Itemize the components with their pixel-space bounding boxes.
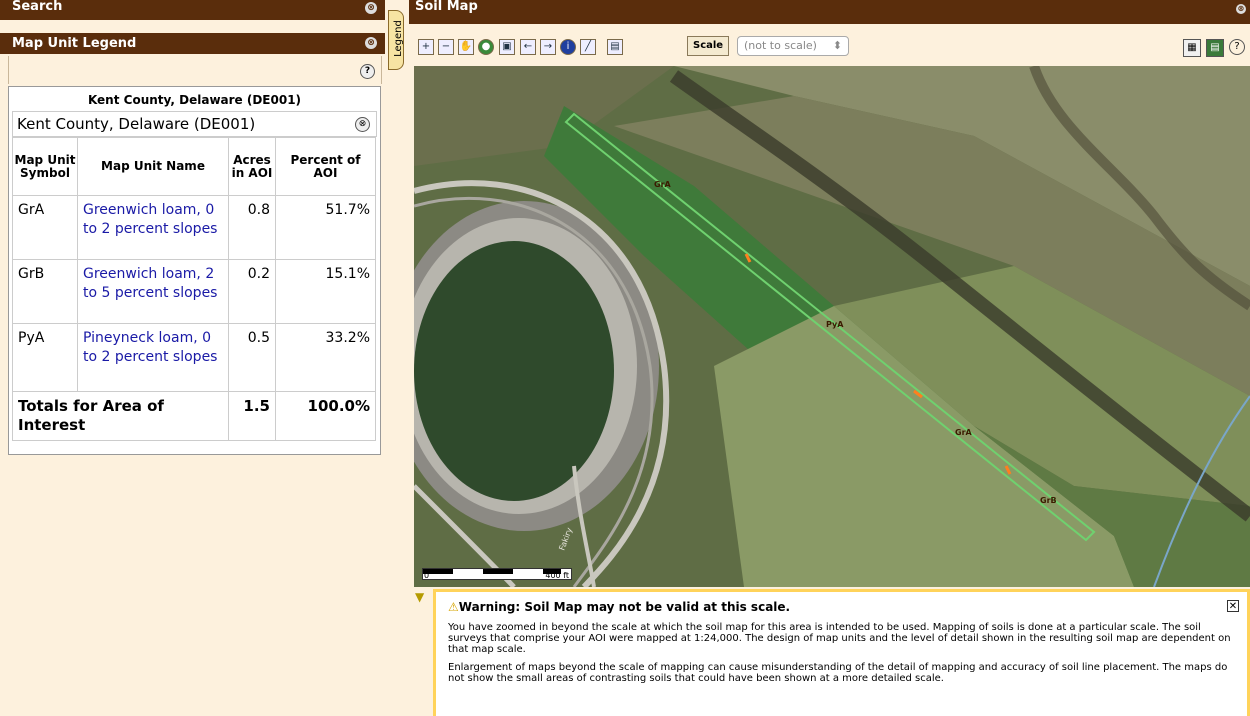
map-label-grb: GrB (1040, 496, 1057, 505)
row-symbol: GrA (12, 195, 78, 260)
header-percent: Percent of AOI (275, 137, 376, 196)
header-acres: Acres in AOI (228, 137, 276, 196)
scale-button[interactable]: Scale (687, 36, 730, 56)
soil-map-canvas[interactable]: GrA PyA GrA GrB Fakiry (414, 66, 1250, 587)
survey-area-name: Kent County, Delaware (DE001) (17, 115, 256, 133)
legend-tab-label: Legend (392, 20, 404, 57)
row-name-link[interactable]: Pineyneck loam, 0 to 2 percent slopes (77, 323, 229, 392)
warning-paragraph-1: You have zoomed in beyond the scale at w… (448, 622, 1231, 655)
aerial-map[interactable]: GrA PyA GrA GrB Fakiry (414, 66, 1250, 587)
pan-icon[interactable]: ✋ (458, 39, 474, 55)
measure-icon[interactable]: ╱ (580, 39, 596, 55)
header-map-unit-name: Map Unit Name (77, 137, 229, 196)
export-icon[interactable]: ▤ (607, 39, 623, 55)
map-unit-table: Map Unit Symbol Map Unit Name Acres in A… (12, 137, 376, 441)
table-row: GrB Greenwich loam, 2 to 5 percent slope… (12, 259, 376, 324)
totals-row: Totals for Area of Interest 1.5 100.0% (12, 391, 376, 441)
warning-triangle-icon: ⚠ (448, 600, 459, 614)
survey-area-collapse-icon[interactable]: ⊗ (355, 117, 370, 132)
zoom-aoi-icon[interactable]: ▣ (499, 39, 515, 55)
soil-map-title: Soil Map (415, 0, 478, 14)
warning-title: Warning: Soil Map may not be valid at th… (458, 600, 791, 614)
help-icon[interactable]: ? (1229, 39, 1245, 55)
scale-select-value: (not to scale) (744, 39, 817, 52)
map-label-gra-2: GrA (955, 428, 973, 437)
search-collapse-icon[interactable]: ⊗ (365, 2, 377, 14)
row-percent: 33.2% (275, 323, 376, 392)
map-scale-bar: 0 400 ft (422, 568, 572, 580)
row-acres: 0.5 (228, 323, 276, 392)
map-unit-table-box: Kent County, Delaware (DE001) Kent Count… (8, 86, 381, 455)
scale-end-label: 400 ft (545, 571, 569, 580)
reservoir-water (414, 241, 614, 501)
legend-map-icon[interactable]: ▤ (1206, 39, 1224, 57)
select-arrow-icon: ⬍ (832, 39, 842, 52)
totals-acres: 1.5 (228, 391, 276, 441)
identify-icon[interactable]: i (560, 39, 576, 55)
row-acres: 0.8 (228, 195, 276, 260)
warning-indicator-icon[interactable]: ▼ (415, 590, 429, 604)
search-title: Search (12, 0, 63, 14)
header-map-unit-symbol: Map Unit Symbol (12, 137, 78, 196)
soil-map-header: Soil Map ⊗ (409, 0, 1250, 24)
panel-divider (385, 0, 409, 716)
row-symbol: PyA (12, 323, 78, 392)
forward-icon[interactable]: → (540, 39, 556, 55)
row-percent: 51.7% (275, 195, 376, 260)
row-acres: 0.2 (228, 259, 276, 324)
back-icon[interactable]: ← (520, 39, 536, 55)
layers-icon[interactable]: ▦ (1183, 39, 1201, 57)
scale-select[interactable]: (not to scale) ⬍ (737, 36, 849, 56)
table-row: PyA Pineyneck loam, 0 to 2 percent slope… (12, 323, 376, 392)
survey-area-row[interactable]: Kent County, Delaware (DE001) ⊗ (12, 111, 377, 137)
zoom-in-icon[interactable]: + (418, 39, 434, 55)
warning-paragraph-2: Enlargement of maps beyond the scale of … (448, 662, 1228, 684)
legend-help-strip: ? (8, 56, 382, 84)
scale-warning-panel: ✕ ⚠Warning: Soil Map may not be valid at… (433, 589, 1250, 716)
legend-tab[interactable]: Legend (388, 10, 404, 70)
table-row: GrA Greenwich loam, 0 to 2 percent slope… (12, 195, 376, 260)
zoom-out-icon[interactable]: − (438, 39, 454, 55)
totals-percent: 100.0% (275, 391, 376, 441)
row-name-link[interactable]: Greenwich loam, 2 to 5 percent slopes (77, 259, 229, 324)
soil-map-collapse-icon[interactable]: ⊗ (1236, 4, 1246, 14)
scale-start-label: 0 (424, 571, 430, 580)
help-icon[interactable]: ? (360, 64, 375, 79)
row-name-link[interactable]: Greenwich loam, 0 to 2 percent slopes (77, 195, 229, 260)
close-icon[interactable]: ✕ (1227, 600, 1239, 612)
map-label-pya: PyA (826, 320, 844, 329)
row-symbol: GrB (12, 259, 78, 324)
warning-heading: ⚠Warning: Soil Map may not be valid at t… (448, 600, 1239, 614)
legend-collapse-icon[interactable]: ⊗ (365, 37, 377, 49)
full-extent-icon[interactable]: ● (478, 39, 494, 55)
totals-label: Totals for Area of Interest (12, 391, 229, 441)
map-label-gra-1: GrA (654, 180, 672, 189)
left-panel: Search ⊗ Map Unit Legend ⊗ ? Kent County… (0, 0, 385, 716)
map-toolbar: + − ✋ ● ▣ ← → i ╱ ▤ Scale (not to scale)… (409, 24, 1250, 66)
map-unit-legend-header[interactable]: Map Unit Legend ⊗ (0, 33, 385, 54)
legend-title: Map Unit Legend (12, 36, 137, 51)
scale-segment (483, 569, 513, 574)
table-title: Kent County, Delaware (DE001) (87, 93, 302, 107)
row-percent: 15.1% (275, 259, 376, 324)
search-panel-header[interactable]: Search ⊗ (0, 0, 385, 20)
